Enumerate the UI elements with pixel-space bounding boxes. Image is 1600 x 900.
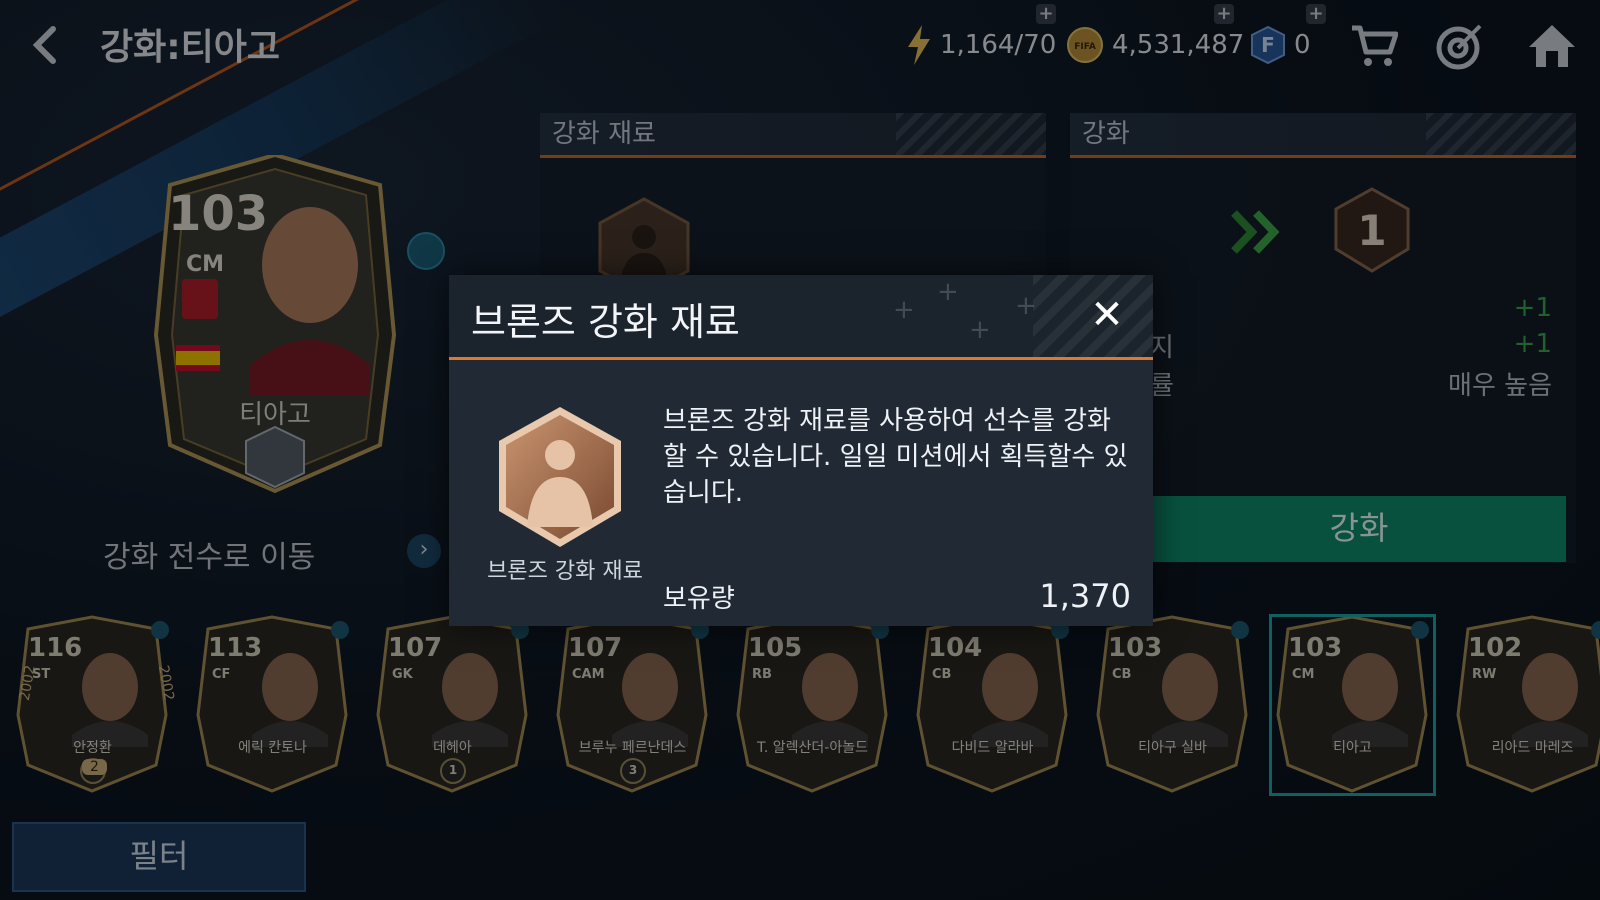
bronze-material-badge-icon xyxy=(499,407,621,547)
game-screen: 강화:티아고 1,164/70 + FIFA 4,531,487 + F 0 + xyxy=(0,0,1600,900)
modal-header: + + + + 브론즈 강화 재료 ✕ xyxy=(449,275,1153,360)
item-info-modal: + + + + 브론즈 강화 재료 ✕ 브론즈 강화 재료 브론즈 강화 재료를… xyxy=(449,275,1153,626)
modal-title: 브론즈 강화 재료 xyxy=(471,300,740,344)
quantity-label: 보유량 xyxy=(663,584,735,614)
sparkle-decoration: + xyxy=(937,277,959,307)
badge-label: 브론즈 강화 재료 xyxy=(487,559,643,584)
sparkle-decoration: + xyxy=(893,295,915,325)
sparkle-decoration: + xyxy=(969,315,991,345)
sparkle-decoration: + xyxy=(1015,291,1037,321)
quantity-value: 1,370 xyxy=(1039,577,1131,615)
modal-description: 브론즈 강화 재료를 사용하여 선수를 강화할 수 있습니다. 일일 미션에서 … xyxy=(663,406,1128,508)
close-icon[interactable]: ✕ xyxy=(1085,293,1129,337)
